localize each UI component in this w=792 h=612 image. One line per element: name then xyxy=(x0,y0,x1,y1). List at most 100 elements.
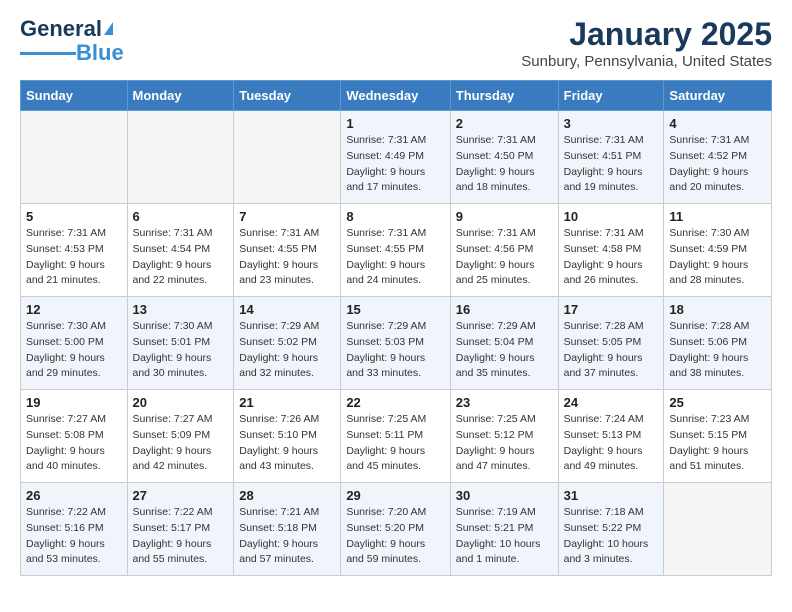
day-detail: Sunrise: 7:27 AMSunset: 5:08 PMDaylight:… xyxy=(26,412,122,475)
logo-general: General xyxy=(20,16,102,42)
calendar-day-17: 17 Sunrise: 7:28 AMSunset: 5:05 PMDayligh… xyxy=(558,297,664,390)
logo-underline xyxy=(20,52,76,55)
weekday-header-monday: Monday xyxy=(127,81,234,111)
day-number: 27 xyxy=(133,488,229,503)
day-detail: Sunrise: 7:31 AMSunset: 4:56 PMDaylight:… xyxy=(456,226,553,289)
day-number: 16 xyxy=(456,302,553,317)
calendar-day-13: 13 Sunrise: 7:30 AMSunset: 5:01 PMDayligh… xyxy=(127,297,234,390)
day-number: 7 xyxy=(239,209,335,224)
day-detail: Sunrise: 7:30 AMSunset: 5:01 PMDaylight:… xyxy=(133,319,229,382)
calendar-day-19: 19 Sunrise: 7:27 AMSunset: 5:08 PMDayligh… xyxy=(21,390,128,483)
weekday-header-wednesday: Wednesday xyxy=(341,81,450,111)
calendar-week-row: 19 Sunrise: 7:27 AMSunset: 5:08 PMDayligh… xyxy=(21,390,772,483)
day-number: 22 xyxy=(346,395,444,410)
calendar-day-25: 25 Sunrise: 7:23 AMSunset: 5:15 PMDayligh… xyxy=(664,390,772,483)
day-number: 19 xyxy=(26,395,122,410)
calendar-day-21: 21 Sunrise: 7:26 AMSunset: 5:10 PMDayligh… xyxy=(234,390,341,483)
day-detail: Sunrise: 7:29 AMSunset: 5:04 PMDaylight:… xyxy=(456,319,553,382)
calendar-day-15: 15Sunrise: 7:29 AMSunset: 5:03 PMDayligh… xyxy=(341,297,450,390)
day-detail: Sunrise: 7:25 AMSunset: 5:11 PMDaylight:… xyxy=(346,412,444,475)
calendar-day-4: 4Sunrise: 7:31 AMSunset: 4:52 PMDaylight… xyxy=(664,111,772,204)
day-number: 2 xyxy=(456,116,553,131)
day-detail: Sunrise: 7:30 AMSunset: 5:00 PMDaylight:… xyxy=(26,319,122,382)
calendar-day-23: 23Sunrise: 7:25 AMSunset: 5:12 PMDayligh… xyxy=(450,390,558,483)
day-detail: Sunrise: 7:19 AMSunset: 5:21 PMDaylight:… xyxy=(456,505,553,568)
day-detail: Sunrise: 7:24 AMSunset: 5:13 PMDaylight:… xyxy=(564,412,659,475)
calendar-header-row: SundayMondayTuesdayWednesdayThursdayFrid… xyxy=(21,81,772,111)
calendar-day-14: 14 Sunrise: 7:29 AMSunset: 5:02 PMDayligh… xyxy=(234,297,341,390)
calendar-day-2: 2 Sunrise: 7:31 AMSunset: 4:50 PMDaylight… xyxy=(450,111,558,204)
calendar-week-row: 1 Sunrise: 7:31 AMSunset: 4:49 PMDaylight… xyxy=(21,111,772,204)
calendar-day-20: 20Sunrise: 7:27 AMSunset: 5:09 PMDayligh… xyxy=(127,390,234,483)
calendar-day-5: 5Sunrise: 7:31 AMSunset: 4:53 PMDaylight… xyxy=(21,204,128,297)
day-detail: Sunrise: 7:29 AMSunset: 5:02 PMDaylight:… xyxy=(239,319,335,382)
weekday-header-friday: Friday xyxy=(558,81,664,111)
calendar-day-16: 16 Sunrise: 7:29 AMSunset: 5:04 PMDayligh… xyxy=(450,297,558,390)
day-number: 3 xyxy=(564,116,659,131)
day-detail: Sunrise: 7:31 AMSunset: 4:55 PMDaylight:… xyxy=(239,226,335,289)
day-number: 29 xyxy=(346,488,444,503)
weekday-header-sunday: Sunday xyxy=(21,81,128,111)
weekday-header-saturday: Saturday xyxy=(664,81,772,111)
calendar-day-26: 26 Sunrise: 7:22 AMSunset: 5:16 PMDayligh… xyxy=(21,483,128,576)
calendar-day-12: 12Sunrise: 7:30 AMSunset: 5:00 PMDayligh… xyxy=(21,297,128,390)
day-detail: Sunrise: 7:27 AMSunset: 5:09 PMDaylight:… xyxy=(133,412,229,475)
day-detail: Sunrise: 7:26 AMSunset: 5:10 PMDaylight:… xyxy=(239,412,335,475)
calendar-empty-cell xyxy=(234,111,341,204)
day-detail: Sunrise: 7:21 AMSunset: 5:18 PMDaylight:… xyxy=(239,505,335,568)
day-detail: Sunrise: 7:31 AMSunset: 4:58 PMDaylight:… xyxy=(564,226,659,289)
day-number: 24 xyxy=(564,395,659,410)
day-detail: Sunrise: 7:31 AMSunset: 4:50 PMDaylight:… xyxy=(456,133,553,196)
day-number: 26 xyxy=(26,488,122,503)
calendar-day-7: 7 Sunrise: 7:31 AMSunset: 4:55 PMDaylight… xyxy=(234,204,341,297)
calendar-day-30: 30 Sunrise: 7:19 AMSunset: 5:21 PMDayligh… xyxy=(450,483,558,576)
weekday-header-tuesday: Tuesday xyxy=(234,81,341,111)
day-detail: Sunrise: 7:31 AMSunset: 4:54 PMDaylight:… xyxy=(133,226,229,289)
calendar-table: SundayMondayTuesdayWednesdayThursdayFrid… xyxy=(20,80,772,576)
day-number: 8 xyxy=(346,209,444,224)
day-detail: Sunrise: 7:30 AMSunset: 4:59 PMDaylight:… xyxy=(669,226,766,289)
day-detail: Sunrise: 7:31 AMSunset: 4:49 PMDaylight:… xyxy=(346,133,444,196)
calendar-week-row: 12Sunrise: 7:30 AMSunset: 5:00 PMDayligh… xyxy=(21,297,772,390)
day-number: 10 xyxy=(564,209,659,224)
calendar-day-3: 3Sunrise: 7:31 AMSunset: 4:51 PMDaylight… xyxy=(558,111,664,204)
calendar-empty-cell xyxy=(664,483,772,576)
calendar-day-10: 10 Sunrise: 7:31 AMSunset: 4:58 PMDayligh… xyxy=(558,204,664,297)
calendar-week-row: 26 Sunrise: 7:22 AMSunset: 5:16 PMDayligh… xyxy=(21,483,772,576)
day-number: 30 xyxy=(456,488,553,503)
day-detail: Sunrise: 7:22 AMSunset: 5:17 PMDaylight:… xyxy=(133,505,229,568)
calendar-empty-cell xyxy=(127,111,234,204)
day-number: 21 xyxy=(239,395,335,410)
day-number: 4 xyxy=(669,116,766,131)
day-detail: Sunrise: 7:29 AMSunset: 5:03 PMDaylight:… xyxy=(346,319,444,382)
logo-blue: Blue xyxy=(76,40,124,66)
calendar-day-24: 24 Sunrise: 7:24 AMSunset: 5:13 PMDayligh… xyxy=(558,390,664,483)
calendar-day-18: 18Sunrise: 7:28 AMSunset: 5:06 PMDayligh… xyxy=(664,297,772,390)
calendar-day-8: 8Sunrise: 7:31 AMSunset: 4:55 PMDaylight… xyxy=(341,204,450,297)
day-number: 1 xyxy=(346,116,444,131)
day-number: 28 xyxy=(239,488,335,503)
day-number: 14 xyxy=(239,302,335,317)
weekday-header-thursday: Thursday xyxy=(450,81,558,111)
day-number: 23 xyxy=(456,395,553,410)
day-number: 9 xyxy=(456,209,553,224)
calendar-day-22: 22 Sunrise: 7:25 AMSunset: 5:11 PMDayligh… xyxy=(341,390,450,483)
day-detail: Sunrise: 7:28 AMSunset: 5:05 PMDaylight:… xyxy=(564,319,659,382)
header: General Blue January 2025 Sunbury, Penns… xyxy=(20,16,772,70)
calendar-day-11: 11Sunrise: 7:30 AMSunset: 4:59 PMDayligh… xyxy=(664,204,772,297)
day-detail: Sunrise: 7:31 AMSunset: 4:53 PMDaylight:… xyxy=(26,226,122,289)
day-number: 17 xyxy=(564,302,659,317)
calendar-week-row: 5Sunrise: 7:31 AMSunset: 4:53 PMDaylight… xyxy=(21,204,772,297)
calendar-title: January 2025 xyxy=(521,16,772,53)
calendar-day-27: 27 Sunrise: 7:22 AMSunset: 5:17 PMDayligh… xyxy=(127,483,234,576)
day-number: 6 xyxy=(133,209,229,224)
calendar-day-6: 6 Sunrise: 7:31 AMSunset: 4:54 PMDaylight… xyxy=(127,204,234,297)
page: General Blue January 2025 Sunbury, Penns… xyxy=(0,0,792,592)
day-number: 13 xyxy=(133,302,229,317)
calendar-day-1: 1 Sunrise: 7:31 AMSunset: 4:49 PMDaylight… xyxy=(341,111,450,204)
calendar-day-28: 28 Sunrise: 7:21 AMSunset: 5:18 PMDayligh… xyxy=(234,483,341,576)
day-number: 25 xyxy=(669,395,766,410)
logo-triangle-icon xyxy=(104,22,113,35)
day-detail: Sunrise: 7:22 AMSunset: 5:16 PMDaylight:… xyxy=(26,505,122,568)
day-detail: Sunrise: 7:23 AMSunset: 5:15 PMDaylight:… xyxy=(669,412,766,475)
